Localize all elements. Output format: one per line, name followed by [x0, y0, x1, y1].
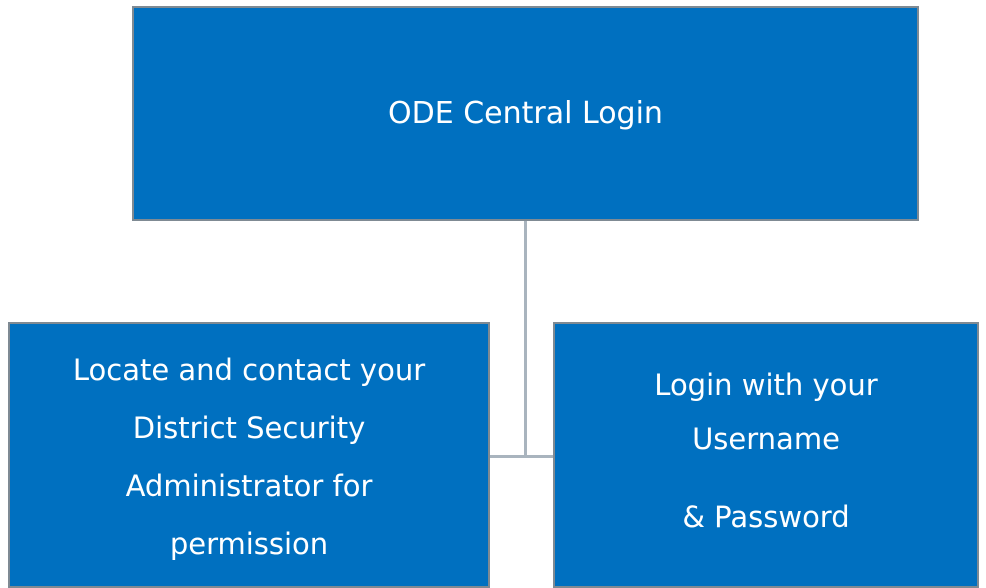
- connector-vertical: [524, 221, 527, 457]
- node-contact-security-admin: Locate and contact your District Securit…: [8, 322, 490, 588]
- node-line: Administrator for: [125, 469, 373, 503]
- node-label: ODE Central Login: [388, 96, 663, 131]
- connector-horizontal: [490, 455, 553, 458]
- node-line: Login with your: [654, 368, 878, 402]
- node-ode-central-login: ODE Central Login: [132, 6, 919, 221]
- node-login-credentials: Login with your Username & Password: [553, 322, 979, 588]
- node-line: & Password: [682, 500, 850, 534]
- node-line: Locate and contact your: [72, 353, 426, 387]
- node-line: Username: [692, 422, 840, 456]
- node-line: District Security: [132, 411, 366, 445]
- node-line: permission: [169, 527, 329, 561]
